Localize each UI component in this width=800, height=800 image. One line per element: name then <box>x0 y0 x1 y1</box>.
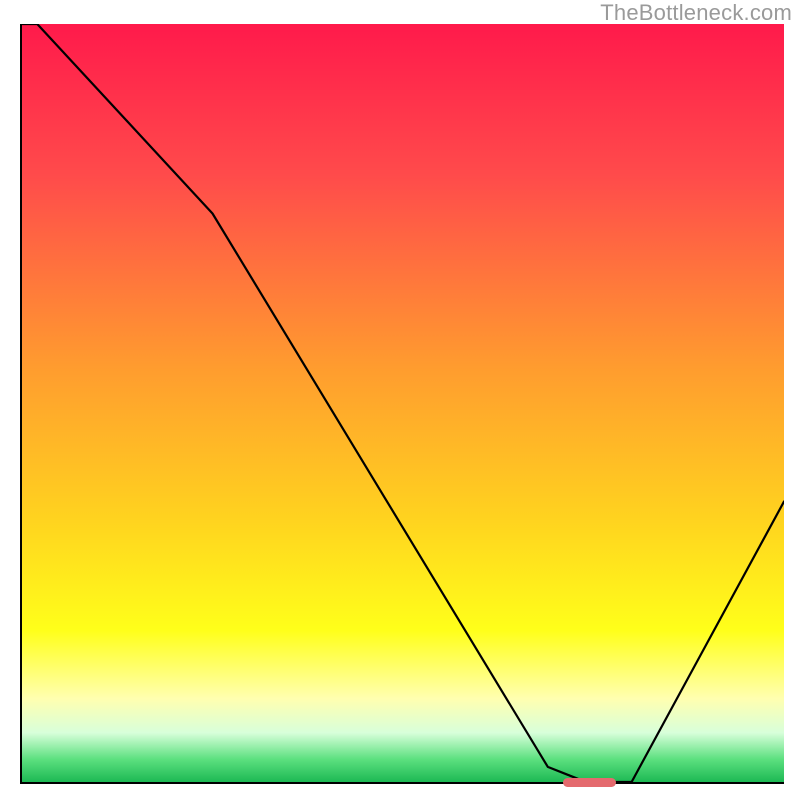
optimum-marker <box>563 778 616 787</box>
watermark-text: TheBottleneck.com <box>600 0 792 26</box>
plot-area <box>20 24 784 784</box>
bottleneck-chart: TheBottleneck.com <box>0 0 800 800</box>
bottleneck-curve <box>22 24 784 782</box>
